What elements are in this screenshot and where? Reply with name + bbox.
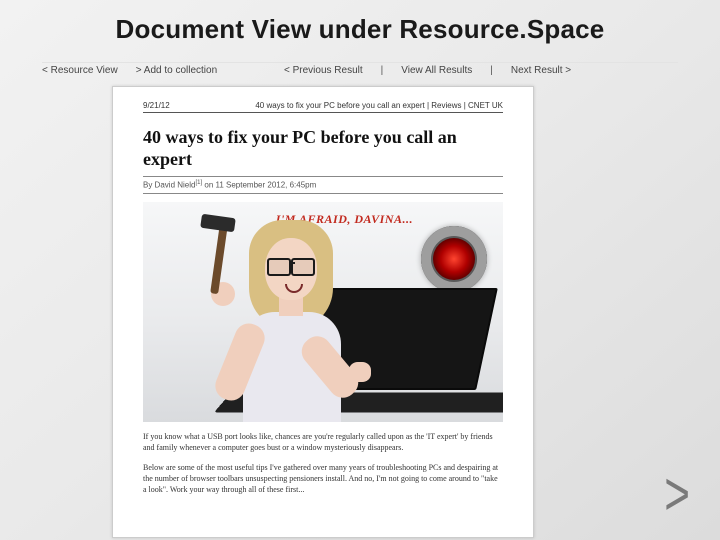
hal-9000-icon <box>421 226 487 292</box>
article-paragraph-1: If you know what a USB port looks like, … <box>143 432 503 454</box>
nav-add-to-collection[interactable]: > Add to collection <box>136 65 217 81</box>
nav-view-all-results[interactable]: View All Results <box>401 65 472 81</box>
woman-with-hammer-illustration <box>203 212 363 422</box>
nav-resource-view[interactable]: < Resource View <box>42 65 118 81</box>
nav-previous-result[interactable]: < Previous Result <box>284 65 363 81</box>
article-hero-image: I'M AFRAID, DAVINA... <box>143 202 503 422</box>
article-paragraph-2: Below are some of the most useful tips I… <box>143 463 503 495</box>
slide-title: Document View under Resource.Space <box>0 14 720 45</box>
document-print-title: 40 ways to fix your PC before you call a… <box>255 101 503 110</box>
byline-date: on 11 September 2012, 6:45pm <box>202 181 316 190</box>
nav-separator: | <box>381 65 384 81</box>
document-preview-page: 9/21/12 40 ways to fix your PC before yo… <box>112 86 534 538</box>
nav-next-result[interactable]: Next Result > <box>511 65 571 81</box>
nav-separator: | <box>490 65 493 81</box>
article-byline: By David Nield[1] on 11 September 2012, … <box>143 176 503 194</box>
document-print-date: 9/21/12 <box>143 101 170 110</box>
next-page-arrow[interactable]: > <box>664 460 690 530</box>
byline-author: By David Nield <box>143 181 195 190</box>
article-title: 40 ways to fix your PC before you call a… <box>143 127 503 170</box>
resource-nav-row: < Resource View > Add to collection < Pr… <box>42 62 678 81</box>
document-print-header: 9/21/12 40 ways to fix your PC before yo… <box>143 101 503 113</box>
